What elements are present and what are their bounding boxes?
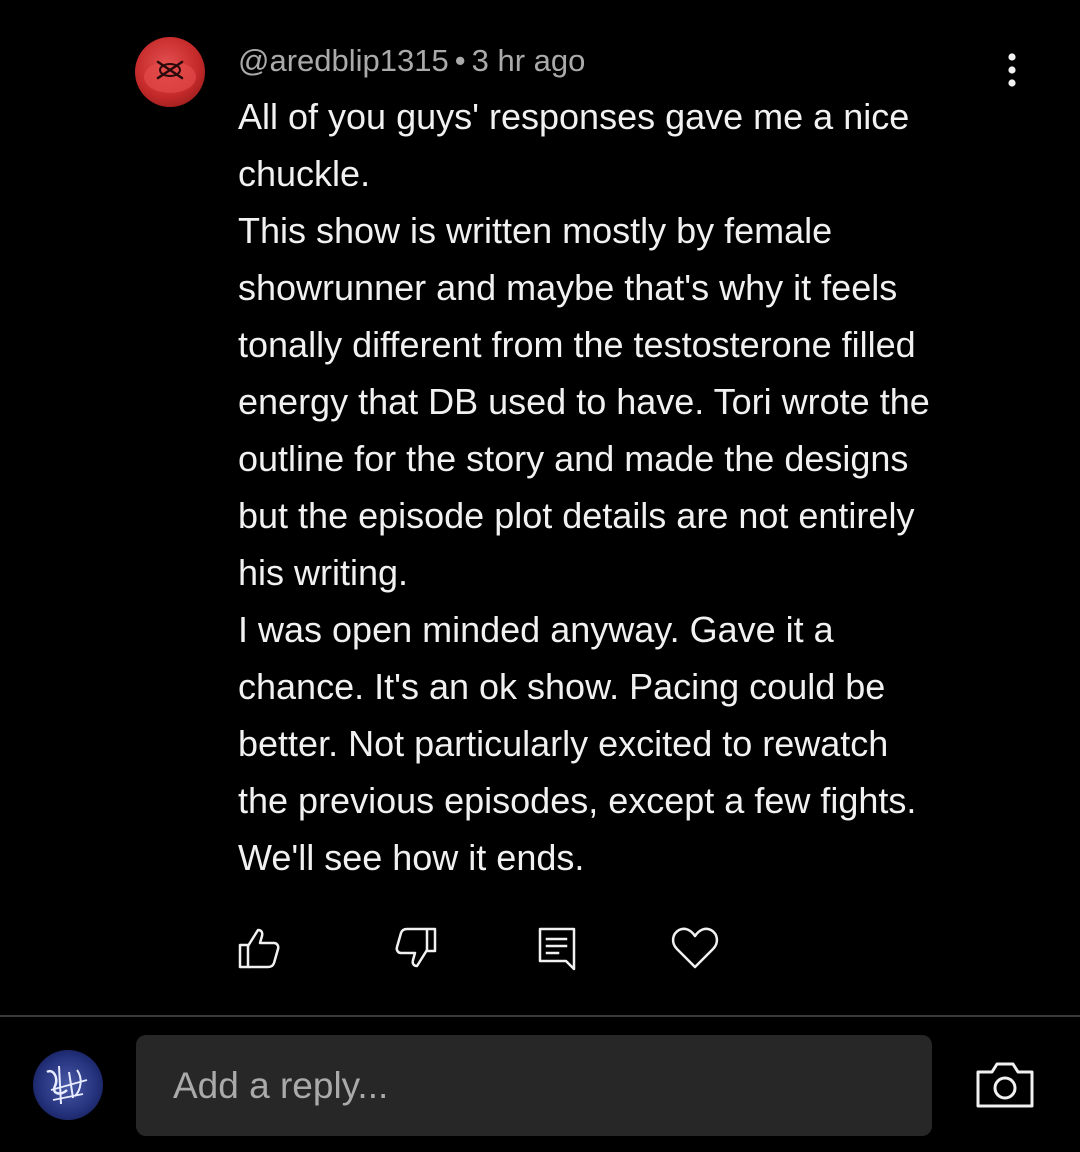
comment-line: outline for the story and made the desig… [238, 438, 909, 479]
user-avatar-icon [46, 1065, 88, 1105]
comment-line: but the episode plot details are not ent… [238, 495, 915, 536]
comment-actions [0, 922, 1080, 974]
comment-line: showrunner and maybe that's why it feels [238, 267, 898, 308]
comment-line: better. Not particularly excited to rewa… [238, 723, 889, 764]
red-face-avatar-icon [144, 60, 196, 93]
author-avatar[interactable] [135, 37, 205, 107]
like-button[interactable] [233, 922, 285, 974]
thumb-down-icon [395, 927, 437, 968]
reply-box[interactable] [136, 1035, 932, 1136]
comment-text: All of you guys' responses gave me a nic… [238, 88, 1018, 886]
divider [0, 1015, 1080, 1017]
heart-icon [671, 927, 719, 969]
comment-icon [538, 927, 576, 971]
reply-button[interactable] [531, 922, 583, 974]
heart-button[interactable] [669, 922, 721, 974]
comment-line: We'll see how it ends. [238, 837, 585, 878]
camera-button[interactable] [972, 1055, 1038, 1115]
comment-line: This show is written mostly by female [238, 210, 833, 251]
meta-separator: • [454, 43, 466, 78]
dislike-button[interactable] [390, 922, 442, 974]
thumb-up-icon [238, 928, 280, 969]
more-options-button[interactable] [992, 48, 1032, 92]
comment-line: energy that DB used to have. Tori wrote … [238, 381, 930, 422]
user-avatar[interactable] [33, 1050, 103, 1120]
comment-line: chance. It's an ok show. Pacing could be [238, 666, 886, 707]
comment-meta: @aredblip1315 • 3 hr ago [238, 40, 585, 82]
comment-line: All of you guys' responses gave me a nic… [238, 96, 910, 137]
more-vert-icon [1008, 53, 1016, 87]
comment-line: chuckle. [238, 153, 371, 194]
author-handle[interactable]: @aredblip1315 [238, 43, 449, 78]
camera-icon [976, 1062, 1034, 1108]
comment-line: I was open minded anyway. Gave it a [238, 609, 834, 650]
comment-timestamp: 3 hr ago [471, 43, 586, 78]
comment-line: tonally different from the testosterone … [238, 324, 916, 365]
reply-input[interactable] [171, 1063, 932, 1108]
comment-line: his writing. [238, 552, 409, 593]
comment-line: the previous episodes, except a few figh… [238, 780, 917, 821]
